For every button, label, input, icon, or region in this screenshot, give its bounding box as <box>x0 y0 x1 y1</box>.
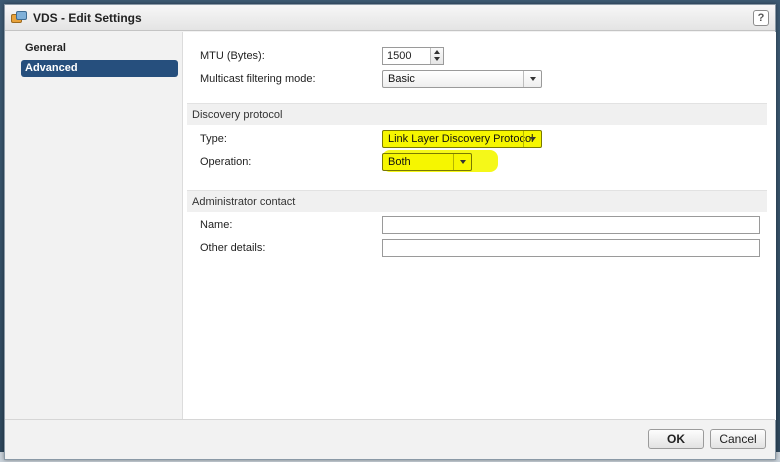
mtu-stepper[interactable]: 1500 <box>382 47 444 65</box>
dialog-titlebar: VDS - Edit Settings ? <box>5 5 775 31</box>
ok-button[interactable]: OK <box>648 429 704 449</box>
help-icon[interactable]: ? <box>753 10 769 26</box>
name-label: Name: <box>200 219 233 231</box>
operation-value: Both <box>388 156 411 168</box>
stepper-arrows[interactable] <box>430 48 443 64</box>
dialog-footer: OK Cancel <box>5 419 775 459</box>
other-details-field[interactable] <box>382 239 760 257</box>
discovery-protocol-header: Discovery protocol <box>187 103 767 125</box>
settings-content: MTU (Bytes): 1500 Multicast filtering mo… <box>182 32 776 420</box>
mtu-value: 1500 <box>387 50 412 62</box>
mtu-label: MTU (Bytes): <box>200 50 265 62</box>
other-details-label: Other details: <box>200 242 266 254</box>
stepper-up-icon[interactable] <box>434 50 440 54</box>
administrator-contact-header: Administrator contact <box>187 190 767 212</box>
name-field[interactable] <box>382 216 760 234</box>
stepper-down-icon[interactable] <box>434 57 440 61</box>
multicast-label: Multicast filtering mode: <box>200 73 316 85</box>
discovery-type-value: Link Layer Discovery Protocol <box>388 133 534 145</box>
nav-item-general[interactable]: General <box>21 40 178 57</box>
chevron-down-icon[interactable] <box>453 154 471 170</box>
multicast-mode-select[interactable]: Basic <box>382 70 542 88</box>
type-label: Type: <box>200 133 227 145</box>
nav-item-advanced[interactable]: Advanced <box>21 60 178 77</box>
settings-nav: General Advanced <box>5 32 182 420</box>
operation-select[interactable]: Both <box>382 153 472 171</box>
chevron-down-icon[interactable] <box>523 71 541 87</box>
edit-settings-dialog: VDS - Edit Settings ? General Advanced M… <box>4 4 776 460</box>
chevron-down-icon[interactable] <box>523 131 541 147</box>
operation-label: Operation: <box>200 156 252 168</box>
cancel-button[interactable]: Cancel <box>710 429 766 449</box>
multicast-value: Basic <box>388 73 415 85</box>
dialog-title: VDS - Edit Settings <box>33 10 142 25</box>
discovery-type-select[interactable]: Link Layer Discovery Protocol <box>382 130 542 148</box>
distributed-switch-icon <box>11 10 27 25</box>
